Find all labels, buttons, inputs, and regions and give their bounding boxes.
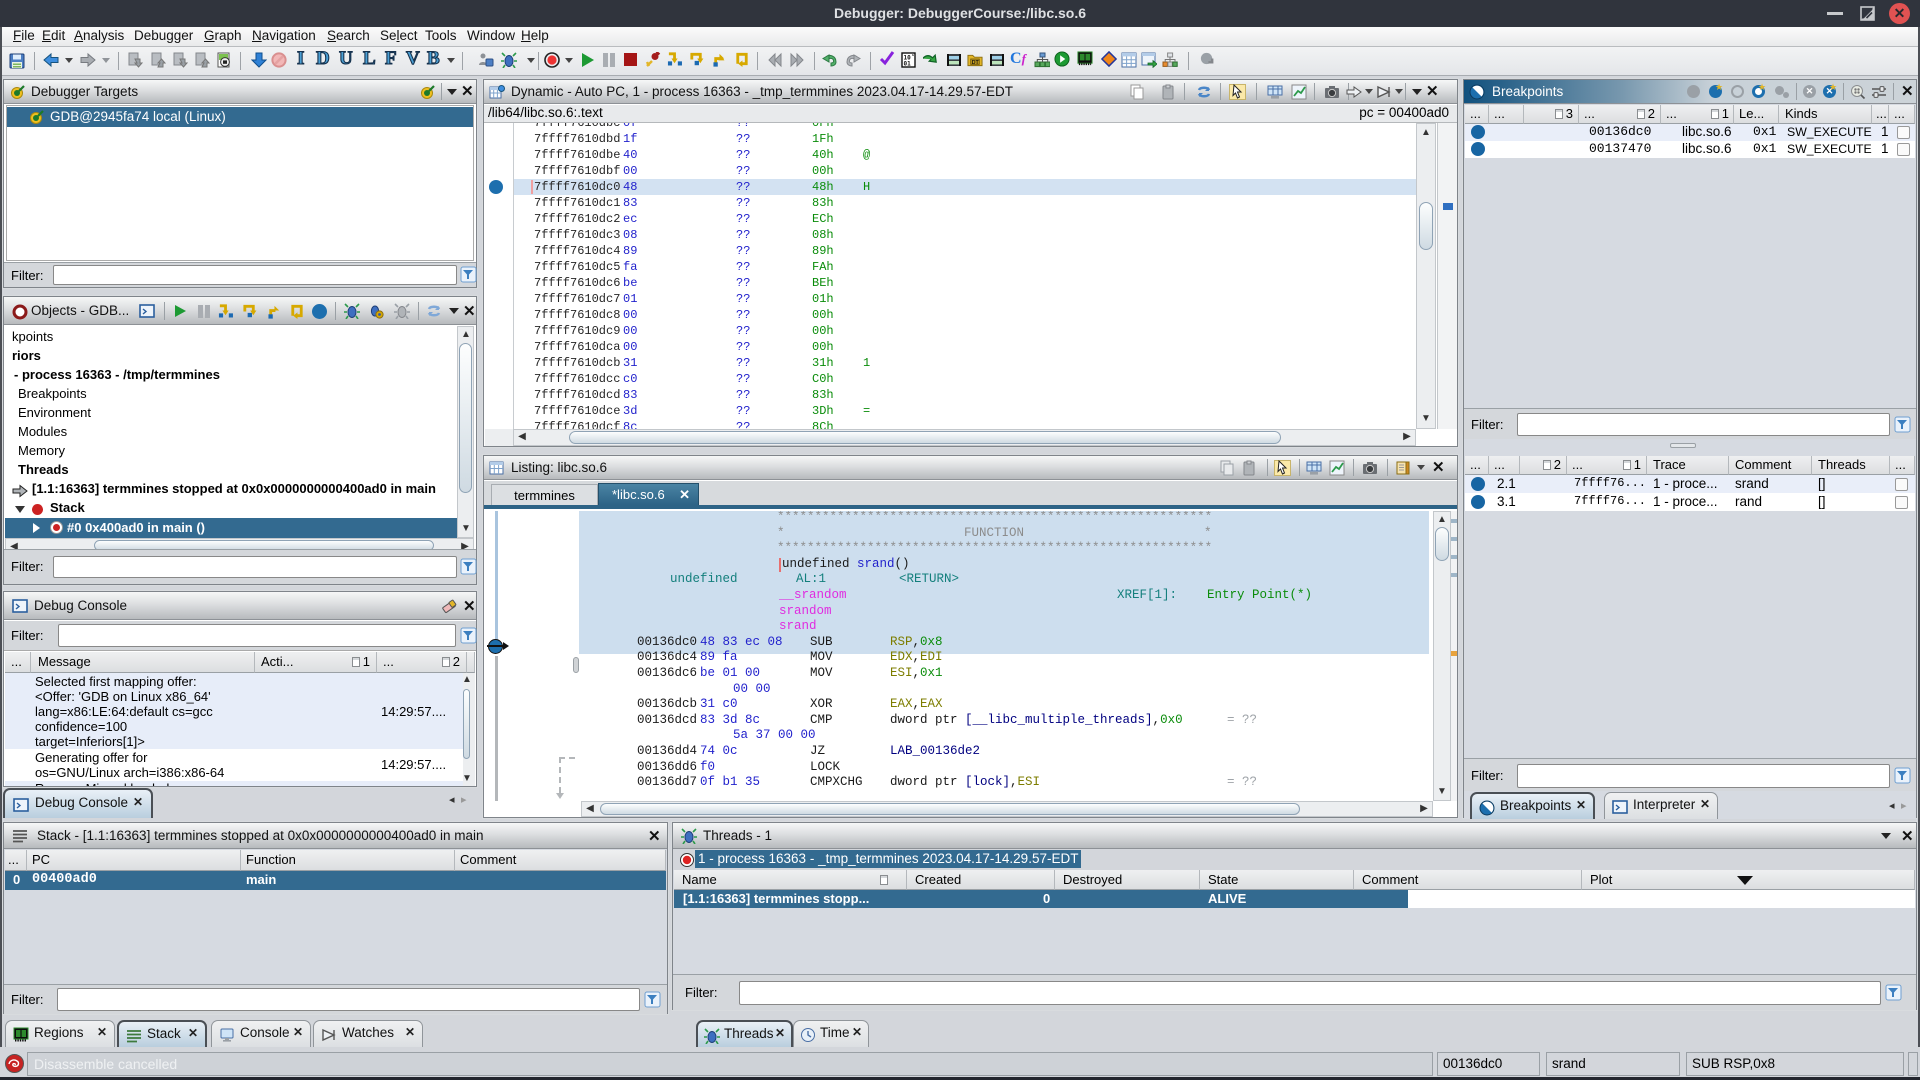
svg-text:DT: DT xyxy=(972,60,980,66)
svg-text:01: 01 xyxy=(904,61,912,68)
